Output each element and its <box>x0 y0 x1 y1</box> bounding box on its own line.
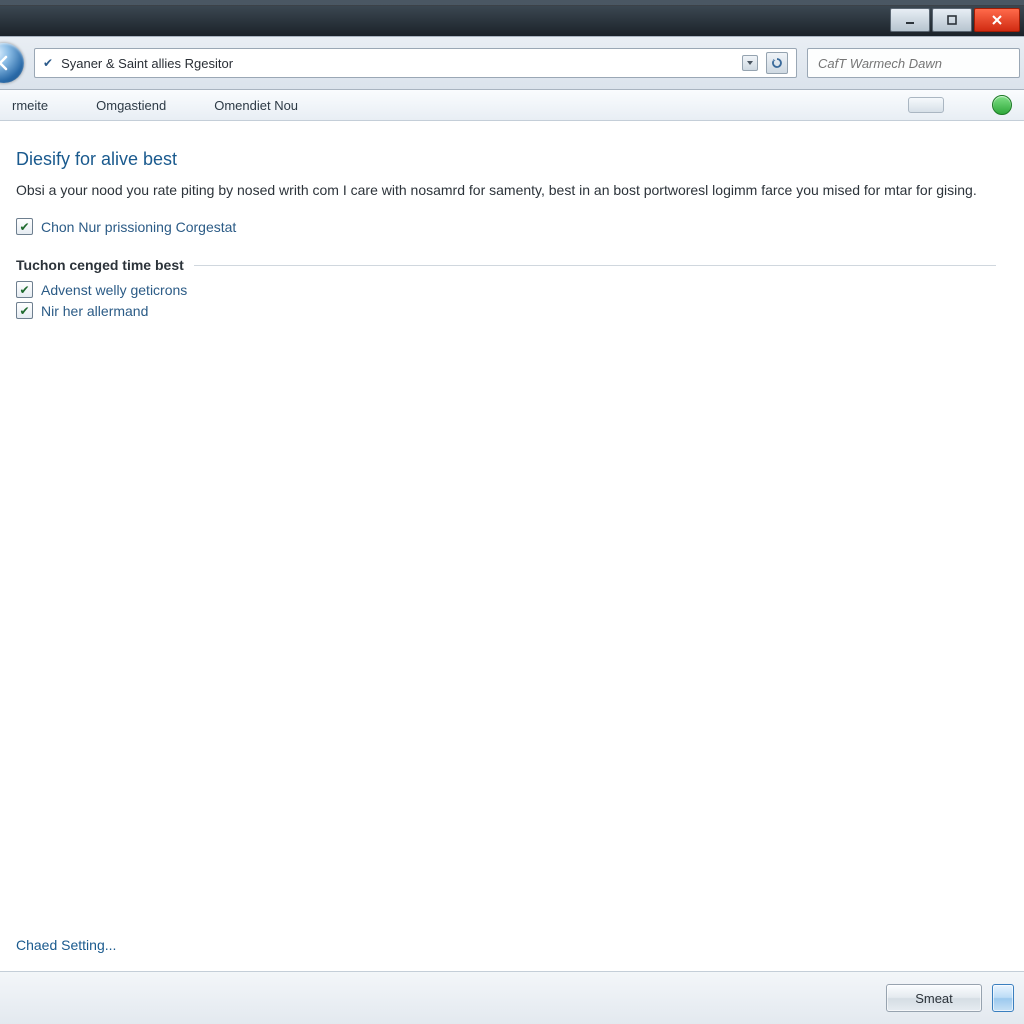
address-text: Syaner & Saint allies Rgesitor <box>61 56 734 71</box>
refresh-icon[interactable] <box>766 52 788 74</box>
toolbar-item-0[interactable]: rmeite <box>12 98 48 113</box>
address-bar[interactable]: ✔ Syaner & Saint allies Rgesitor <box>34 48 797 78</box>
checkbox-label: Advenst welly geticrons <box>41 282 187 298</box>
address-icon: ✔ <box>43 56 53 70</box>
help-icon[interactable] <box>992 95 1012 115</box>
footer-bar: Smeat <box>0 971 1024 1024</box>
content-pane: Diesify for alive best Obsi a your nood … <box>0 121 1024 971</box>
checkbox-label: Nir her allermand <box>41 303 148 319</box>
checkbox-row-option1[interactable]: ✔ Advenst welly geticrons <box>16 281 996 298</box>
close-button[interactable] <box>974 8 1020 32</box>
back-button[interactable] <box>0 43 24 83</box>
secondary-action-button[interactable] <box>992 984 1014 1012</box>
minimize-button[interactable] <box>890 8 930 32</box>
checkbox-icon[interactable]: ✔ <box>16 302 33 319</box>
checkbox-icon[interactable]: ✔ <box>16 281 33 298</box>
checkbox-label: Chon Nur prissioning Corgestat <box>41 219 236 235</box>
toolbar-item-1[interactable]: Omgastiend <box>96 98 166 113</box>
toolbar-item-2[interactable]: Omendiet Nou <box>214 98 298 113</box>
checkbox-icon[interactable]: ✔ <box>16 218 33 235</box>
search-box[interactable] <box>807 48 1020 78</box>
search-input[interactable] <box>816 55 1011 72</box>
divider <box>194 265 996 266</box>
settings-link[interactable]: Chaed Setting... <box>16 937 996 963</box>
fieldset-legend: Tuchon cenged time best <box>16 257 184 273</box>
checkbox-row-protect[interactable]: ✔ Chon Nur prissioning Corgestat <box>16 218 996 235</box>
page-title: Diesify for alive best <box>16 149 996 170</box>
checkbox-row-option2[interactable]: ✔ Nir her allermand <box>16 302 996 319</box>
titlebar[interactable] <box>0 5 1024 36</box>
navigation-bar: ✔ Syaner & Saint allies Rgesitor <box>0 36 1024 90</box>
explorer-window: ✔ Syaner & Saint allies Rgesitor rmeite … <box>0 5 1024 1024</box>
primary-action-button[interactable]: Smeat <box>886 984 982 1012</box>
maximize-button[interactable] <box>932 8 972 32</box>
toolbar-widget[interactable] <box>908 97 944 113</box>
page-description: Obsi a your nood you rate piting by nose… <box>16 180 996 200</box>
command-bar: rmeite Omgastiend Omendiet Nou <box>0 90 1024 121</box>
address-dropdown-icon[interactable] <box>742 55 758 71</box>
options-fieldset: Tuchon cenged time best ✔ Advenst welly … <box>16 257 996 323</box>
